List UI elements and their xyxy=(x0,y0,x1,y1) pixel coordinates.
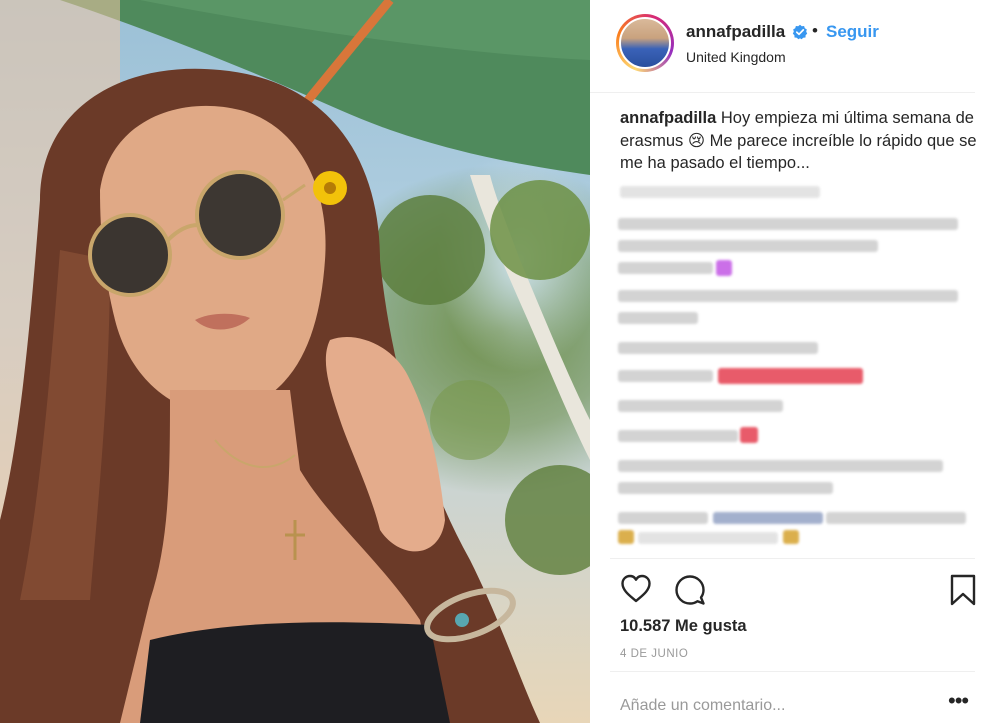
comment-input[interactable] xyxy=(620,694,930,718)
footer-divider xyxy=(610,671,975,672)
more-options-icon[interactable]: ••• xyxy=(948,690,969,712)
blurred-emoji xyxy=(740,427,758,443)
username-link[interactable]: annafpadilla xyxy=(686,22,785,42)
likes-count[interactable]: 10.587 Me gusta xyxy=(620,617,747,636)
blurred-comment xyxy=(618,218,958,230)
blurred-comment xyxy=(618,400,783,412)
blurred-comment xyxy=(618,312,698,324)
post-actions-bar xyxy=(590,566,1000,616)
heart-icon[interactable] xyxy=(620,574,652,604)
follow-button[interactable]: Seguir xyxy=(826,22,879,42)
comments-divider xyxy=(610,558,975,559)
blurred-comment xyxy=(618,290,958,302)
post-photo[interactable] xyxy=(0,0,590,723)
post-date[interactable]: 4 DE JUNIO xyxy=(620,648,688,660)
blurred-comment xyxy=(618,512,708,524)
post-details-panel: annafpadilla • Seguir United Kingdom ann… xyxy=(590,0,1000,723)
post-caption: annafpadilla Hoy empieza mi última seman… xyxy=(620,107,980,175)
blurred-emoji xyxy=(618,530,634,544)
header-divider xyxy=(590,92,975,93)
caption-username[interactable]: annafpadilla xyxy=(620,109,716,127)
blurred-comment xyxy=(826,512,966,524)
post-header: annafpadilla • Seguir United Kingdom xyxy=(590,0,1000,90)
blurred-comment xyxy=(618,370,713,382)
blurred-emoji-row xyxy=(718,368,863,384)
blurred-comments-list xyxy=(618,180,978,552)
separator-dot: • xyxy=(812,21,818,40)
comment-bubble-icon[interactable] xyxy=(674,574,706,606)
avatar[interactable] xyxy=(619,17,671,69)
photo-illustration xyxy=(0,0,590,723)
blurred-comment xyxy=(618,262,713,274)
verified-badge-icon xyxy=(792,24,808,40)
location-link[interactable]: United Kingdom xyxy=(686,49,786,65)
blurred-mention xyxy=(713,512,823,524)
blurred-comment xyxy=(638,532,778,544)
blurred-comment xyxy=(618,430,738,442)
blurred-comment xyxy=(618,482,833,494)
blurred-comment xyxy=(618,460,943,472)
blurred-comment xyxy=(618,240,878,252)
avatar-story-ring[interactable] xyxy=(616,14,674,72)
blurred-timestamp xyxy=(620,186,820,198)
blurred-emoji xyxy=(783,530,799,544)
bookmark-icon[interactable] xyxy=(950,574,976,606)
blurred-emoji xyxy=(716,260,732,276)
blurred-comment xyxy=(618,342,818,354)
